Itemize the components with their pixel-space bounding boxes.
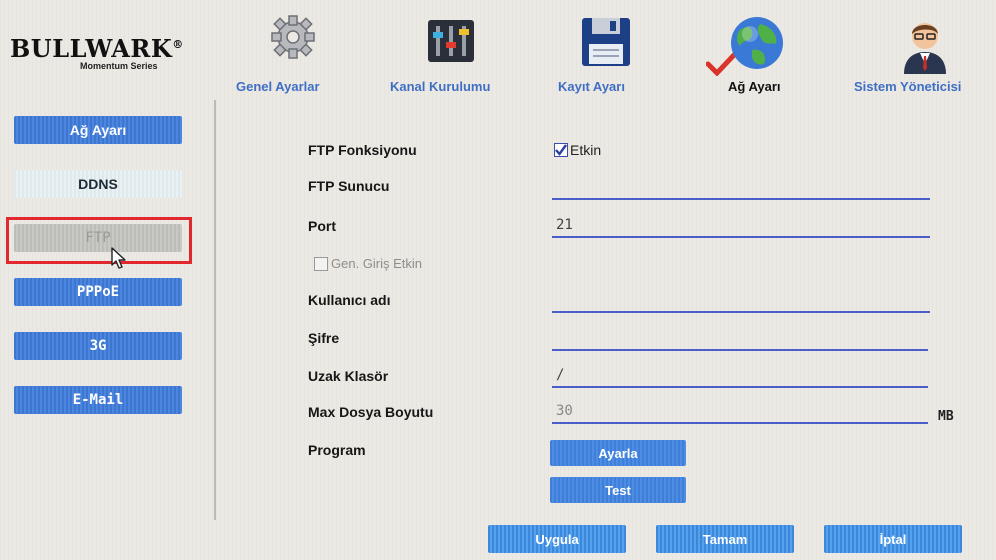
username-label: Kullanıcı adı	[308, 292, 391, 308]
remote-folder-label: Uzak Klasör	[308, 368, 389, 384]
ftp-server-label: FTP Sunucu	[308, 178, 390, 194]
max-file-size-label: Max Dosya Boyutu	[308, 404, 434, 420]
username-input[interactable]	[552, 289, 930, 313]
globe-icon	[730, 16, 784, 75]
ftp-enable-checkbox[interactable]: Etkin	[554, 142, 601, 158]
nav-label: Genel Ayarlar	[236, 79, 320, 94]
sidebar-item-label: PPPoE	[76, 284, 120, 300]
nav-label: Kayıt Ayarı	[558, 79, 625, 94]
ftp-enable-label: Etkin	[570, 142, 602, 158]
cancel-button[interactable]: İptal	[824, 525, 962, 553]
sidebar-item-3g[interactable]: 3G	[14, 332, 182, 360]
sidebar-item-pppoe[interactable]: PPPoE	[14, 278, 182, 306]
brand-name: BULLWARK®	[10, 34, 184, 63]
selection-highlight	[6, 217, 192, 264]
set-schedule-button[interactable]: Ayarla	[550, 440, 686, 466]
checkbox-box	[554, 143, 568, 157]
remote-folder-input[interactable]: /	[552, 364, 928, 388]
equalizer-icon	[428, 20, 474, 67]
max-file-size-input[interactable]: 30	[552, 400, 928, 424]
password-label: Şifre	[308, 330, 340, 346]
port-input[interactable]: 21	[552, 214, 930, 238]
sidebar-item-email[interactable]: E-Mail	[14, 386, 182, 414]
test-button[interactable]: Test	[550, 477, 686, 503]
nav-item-network-settings[interactable]: Ağ Ayarı	[705, 0, 816, 96]
password-input[interactable]	[552, 327, 928, 351]
floppy-disk-icon	[582, 18, 630, 71]
nav-item-system-admin[interactable]: Sistem Yöneticisi	[852, 0, 996, 96]
apply-button[interactable]: Uygula	[488, 525, 626, 553]
sidebar-divider	[214, 100, 216, 520]
nav-label: Ağ Ayarı	[728, 79, 781, 94]
checkmark-icon	[555, 144, 567, 156]
nav-item-general-settings[interactable]: Genel Ayarlar	[232, 0, 352, 96]
ftp-function-label: FTP Fonksiyonu	[308, 142, 417, 158]
nav-item-record-settings[interactable]: Kayıt Ayarı	[550, 0, 660, 96]
nav-item-channel-setup[interactable]: Kanal Kurulumu	[386, 0, 522, 96]
port-label: Port	[308, 218, 336, 234]
sidebar-item-label: 3G	[89, 338, 107, 354]
mouse-cursor-icon	[110, 246, 128, 275]
sidebar-item-network-settings[interactable]: Ağ Ayarı	[14, 116, 182, 144]
anonymous-login-checkbox[interactable]: Gen. Giriş Etkin	[314, 256, 422, 271]
brand-logo: BULLWARK® Momentum Series	[10, 34, 184, 71]
anonymous-login-label: Gen. Giriş Etkin	[331, 256, 423, 271]
ftp-server-input[interactable]	[552, 176, 930, 200]
top-bar: BULLWARK® Momentum Series Genel Ayarlar	[0, 0, 996, 96]
sidebar-item-ddns[interactable]: DDNS	[14, 170, 182, 198]
user-icon	[900, 18, 950, 79]
ok-button[interactable]: Tamam	[656, 525, 794, 553]
sidebar-item-label: DDNS	[78, 176, 118, 192]
nav-label: Kanal Kurulumu	[390, 79, 491, 94]
sidebar-item-label: E-Mail	[72, 392, 124, 408]
gear-icon	[270, 12, 316, 67]
program-label: Program	[308, 442, 366, 458]
sidebar-item-label: Ağ Ayarı	[69, 122, 127, 138]
nav-label: Sistem Yöneticisi	[854, 79, 962, 94]
checkbox-box	[314, 256, 328, 271]
file-size-unit: MB	[938, 409, 954, 424]
